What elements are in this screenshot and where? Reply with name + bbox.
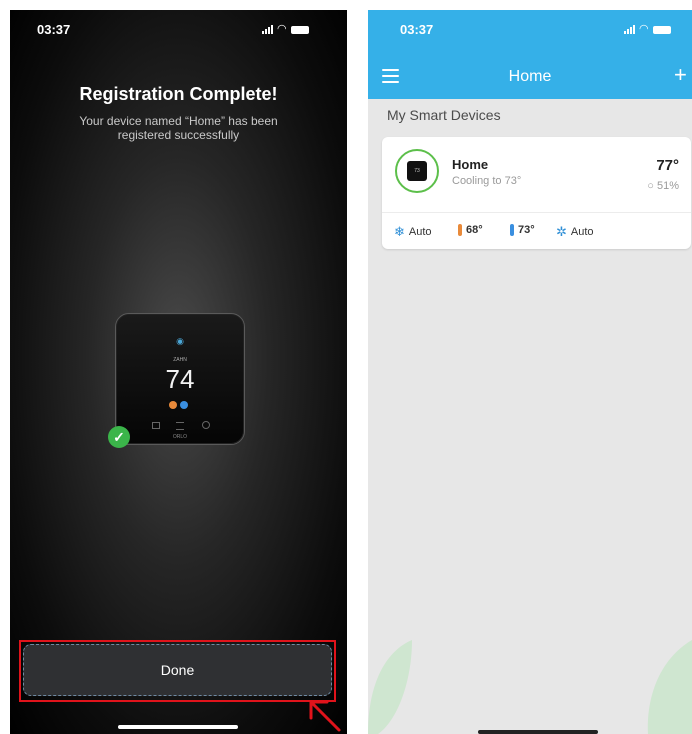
- cool-dot-icon: [180, 401, 188, 409]
- check-icon: ✓: [108, 426, 130, 448]
- cool-setpoint-value: 73°: [518, 224, 535, 236]
- home-indicator: [478, 730, 598, 734]
- devices-screen: 03:37 ◠ Home + My Smart Devices 73 Home …: [368, 10, 692, 734]
- status-icons: ◠: [624, 23, 671, 35]
- fan-control[interactable]: ✲ Auto: [556, 224, 594, 240]
- fan-value: Auto: [570, 226, 594, 238]
- page-title: Registration Complete!: [79, 84, 278, 104]
- menu-icon: [176, 422, 184, 430]
- page-subtitle: Your device named “Home” has been regist…: [79, 114, 278, 142]
- battery-icon: [290, 26, 309, 34]
- signal-icon: [262, 25, 273, 34]
- status-icons: ◠: [262, 23, 309, 35]
- thermostat-wifi-icon: ◉: [176, 336, 184, 346]
- heat-setpoint-value: 68°: [466, 224, 483, 236]
- thermostat-preview: ◉ ZAHN 74 ORLO: [115, 313, 245, 445]
- droplet-icon: ○: [647, 180, 654, 192]
- app-header: 03:37 ◠ Home +: [368, 10, 692, 99]
- done-button[interactable]: Done: [23, 644, 332, 696]
- battery-icon: [652, 26, 671, 34]
- thermometer-cool-icon: [510, 224, 514, 236]
- pointer-arrow-icon: [309, 700, 341, 732]
- signal-icon: [624, 25, 635, 34]
- mode-value: Auto: [408, 226, 432, 238]
- device-humidity: ○ 51%: [647, 180, 679, 192]
- thermometer-heat-icon: [458, 224, 462, 236]
- home-icon: [152, 422, 160, 429]
- status-time: 03:37: [37, 22, 71, 37]
- thermostat-mode-label: ZAHN: [173, 357, 187, 363]
- device-avatar: 73: [395, 149, 439, 193]
- brand-logo: ORLO: [172, 434, 188, 440]
- wifi-icon: ◠: [639, 23, 649, 35]
- nav-title: Home: [508, 68, 552, 85]
- humidity-value: 51%: [656, 180, 679, 192]
- leaf-decoration-right: [647, 640, 692, 734]
- cool-setpoint-control[interactable]: 73°: [510, 224, 535, 236]
- registration-screen: 03:37 ◠ Registration Complete! Your devi…: [10, 10, 347, 734]
- snowflake-sun-icon: ❄: [394, 224, 405, 239]
- section-title: My Smart Devices: [387, 107, 501, 123]
- heat-dot-icon: [169, 401, 177, 409]
- home-indicator: [118, 725, 238, 729]
- device-card[interactable]: 73 Home Cooling to 73° 77° ○ 51% ❄ Auto …: [382, 137, 691, 249]
- device-status: Cooling to 73°: [452, 175, 522, 187]
- leaf-decoration-left: [368, 640, 412, 734]
- mode-control[interactable]: ❄ Auto: [394, 224, 432, 240]
- device-temperature: 77°: [656, 157, 679, 174]
- wifi-icon: ◠: [277, 23, 287, 35]
- status-time: 03:37: [400, 22, 434, 37]
- divider: [382, 212, 691, 213]
- heat-setpoint-control[interactable]: 68°: [458, 224, 483, 236]
- thermostat-mini-icon: 73: [407, 161, 427, 181]
- device-name: Home: [452, 157, 489, 172]
- fan-icon: ✲: [556, 224, 567, 239]
- plus-icon[interactable]: +: [674, 64, 687, 86]
- thermostat-temperature: 74: [165, 364, 195, 394]
- refresh-icon: [202, 421, 210, 429]
